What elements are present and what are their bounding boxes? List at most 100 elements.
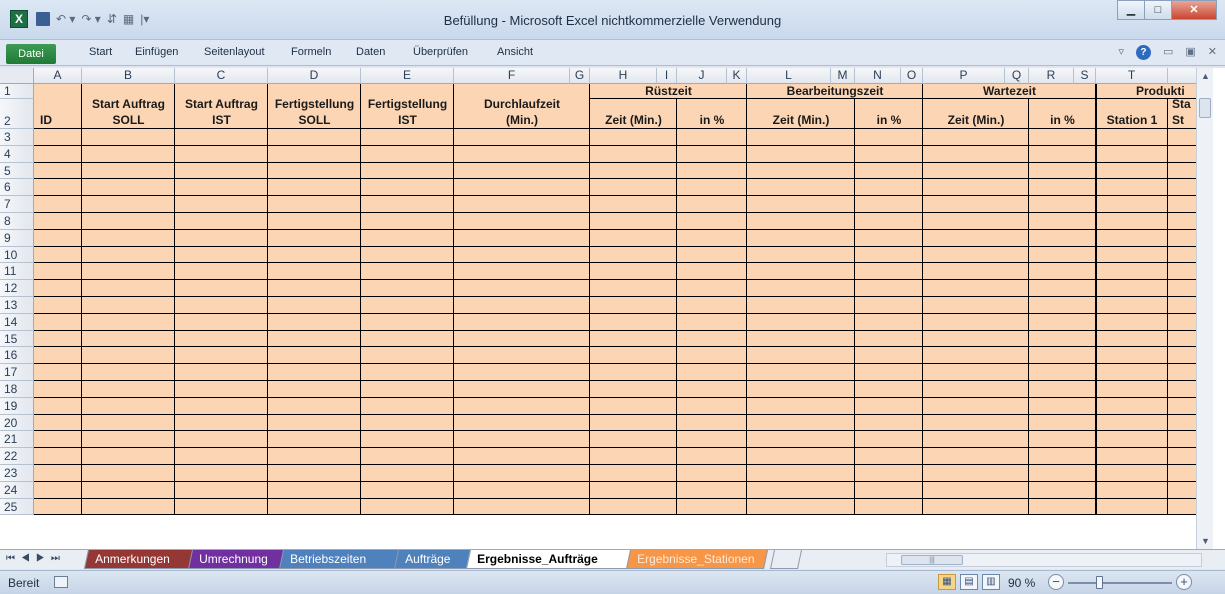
cell[interactable] (923, 129, 1029, 146)
cell[interactable] (268, 364, 361, 381)
column-header[interactable]: Q (1005, 68, 1029, 84)
cell[interactable] (855, 246, 923, 264)
cell[interactable] (855, 498, 923, 516)
cell[interactable] (923, 145, 1029, 163)
cell[interactable] (923, 431, 1029, 449)
cell[interactable] (82, 229, 175, 247)
cell[interactable] (1029, 330, 1096, 348)
cell[interactable] (268, 145, 361, 163)
cell[interactable] (1096, 229, 1168, 247)
horizontal-scroll-thumb[interactable]: ||| (901, 555, 963, 565)
cell[interactable] (82, 448, 175, 465)
cell[interactable] (1029, 179, 1096, 197)
cell[interactable] (923, 162, 1029, 180)
cell[interactable] (82, 213, 175, 230)
cell[interactable] (34, 297, 82, 314)
cell[interactable] (590, 313, 677, 331)
cell[interactable] (923, 179, 1029, 197)
cell[interactable] (34, 381, 82, 398)
column-header[interactable]: M (831, 68, 855, 84)
cell[interactable] (454, 347, 590, 365)
cell[interactable] (677, 414, 747, 432)
cell[interactable] (361, 381, 454, 398)
cell[interactable] (268, 213, 361, 230)
cell[interactable] (855, 381, 923, 398)
column-header[interactable]: B (82, 68, 175, 84)
cell[interactable] (1096, 162, 1168, 180)
cell[interactable] (747, 481, 855, 499)
cell[interactable] (175, 397, 268, 415)
cell[interactable] (454, 414, 590, 432)
row-header[interactable]: 10 (0, 246, 34, 264)
cell[interactable] (268, 179, 361, 197)
cell[interactable] (1096, 448, 1168, 465)
cell[interactable] (82, 297, 175, 314)
cell[interactable] (34, 246, 82, 264)
column-header[interactable]: J (677, 68, 727, 84)
column-header[interactable]: N (855, 68, 901, 84)
cell[interactable] (677, 448, 747, 465)
normal-view-icon[interactable]: ▦ (938, 574, 956, 590)
cell[interactable] (747, 313, 855, 331)
cell[interactable] (454, 263, 590, 281)
zoom-in-button[interactable]: + (1176, 574, 1192, 590)
cell[interactable] (1096, 347, 1168, 365)
cell[interactable] (454, 162, 590, 180)
cell[interactable] (923, 280, 1029, 297)
column-header[interactable]: F (454, 68, 570, 84)
cell[interactable] (590, 364, 677, 381)
cell[interactable] (747, 129, 855, 146)
cell[interactable] (747, 347, 855, 365)
cell[interactable] (1029, 313, 1096, 331)
cell[interactable] (747, 297, 855, 314)
cell[interactable] (175, 465, 268, 482)
cell[interactable] (361, 129, 454, 146)
cell[interactable] (268, 129, 361, 146)
row-header[interactable]: 2 (0, 99, 34, 129)
column-header[interactable]: T (1096, 68, 1168, 84)
row-header[interactable]: 4 (0, 145, 34, 163)
cell[interactable] (1096, 381, 1168, 398)
cell[interactable] (923, 448, 1029, 465)
cell[interactable] (361, 347, 454, 365)
cell[interactable] (34, 397, 82, 415)
cell[interactable] (1096, 498, 1168, 516)
cell[interactable] (747, 196, 855, 213)
scroll-up-icon[interactable]: ▲ (1197, 68, 1214, 84)
cell[interactable] (361, 213, 454, 230)
cell[interactable] (923, 246, 1029, 264)
window-minimize-icon[interactable]: ▭ (1163, 45, 1173, 60)
cell[interactable] (855, 448, 923, 465)
cell[interactable] (1029, 280, 1096, 297)
cell[interactable] (1029, 196, 1096, 213)
select-all-corner[interactable] (0, 68, 34, 84)
cell[interactable] (1029, 431, 1096, 449)
cell[interactable] (1096, 330, 1168, 348)
cell[interactable] (1029, 229, 1096, 247)
cell[interactable] (361, 179, 454, 197)
page-break-view-icon[interactable]: ▥ (982, 574, 1000, 590)
cell[interactable] (747, 465, 855, 482)
cell[interactable] (175, 414, 268, 432)
tab-file[interactable]: Datei (6, 44, 56, 64)
cell[interactable] (454, 213, 590, 230)
cell[interactable] (1029, 347, 1096, 365)
cell[interactable] (923, 347, 1029, 365)
cell[interactable] (454, 364, 590, 381)
cell[interactable] (34, 414, 82, 432)
row-header[interactable]: 7 (0, 196, 34, 213)
cell[interactable] (855, 213, 923, 230)
cell[interactable] (747, 364, 855, 381)
cell[interactable] (175, 381, 268, 398)
cell[interactable] (175, 330, 268, 348)
cell[interactable] (923, 498, 1029, 516)
cell[interactable] (82, 162, 175, 180)
cell[interactable] (923, 364, 1029, 381)
cell[interactable] (454, 465, 590, 482)
row-header[interactable]: 15 (0, 330, 34, 348)
vertical-scroll-thumb[interactable] (1199, 98, 1211, 118)
cell[interactable] (82, 280, 175, 297)
cell[interactable] (677, 263, 747, 281)
cell[interactable] (82, 313, 175, 331)
cell[interactable] (454, 179, 590, 197)
